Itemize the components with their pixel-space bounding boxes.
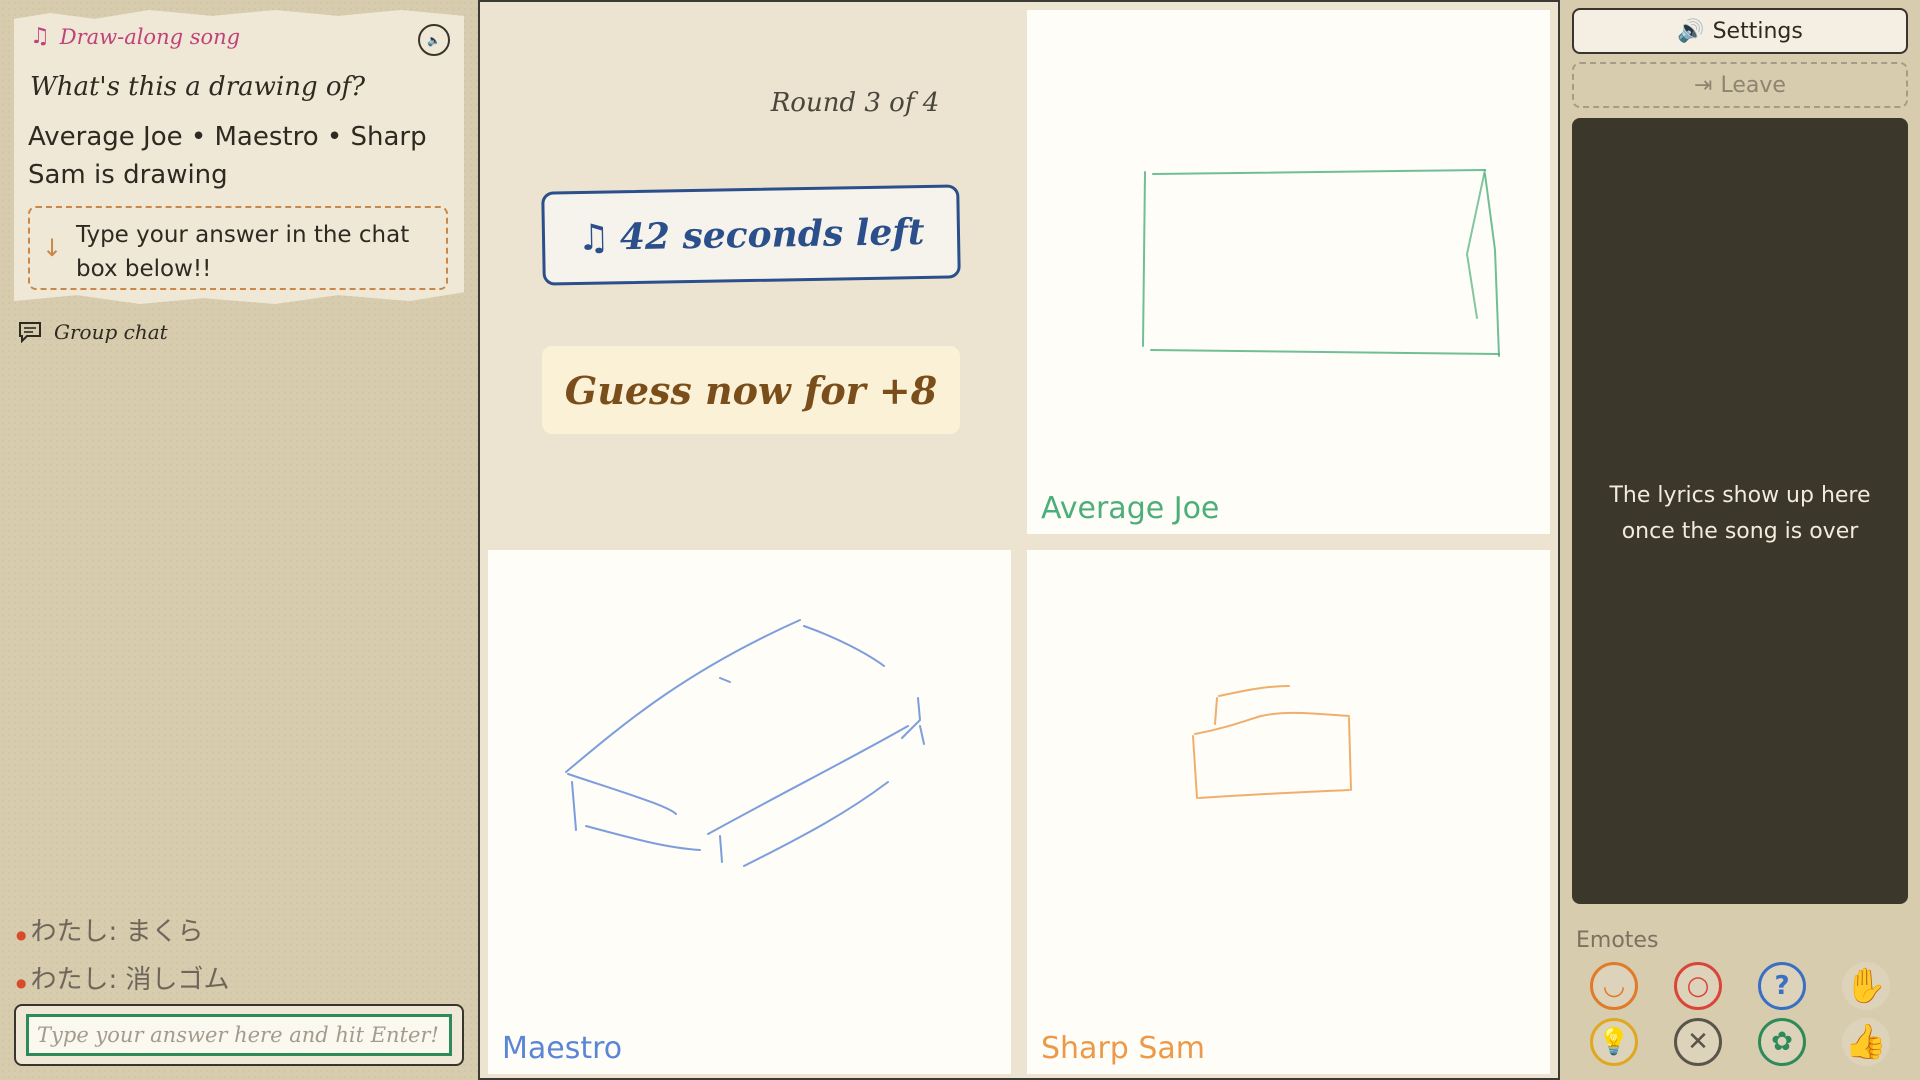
group-chat-header: Group chat (18, 320, 168, 344)
thumbs-up-icon[interactable]: 👍 (1842, 1018, 1890, 1066)
drawers-text: Average Joe • Maestro • Sharp Sam is dra… (28, 122, 427, 190)
laughing-face-icon[interactable]: ◡ (1590, 962, 1638, 1010)
chat-message: ● わたし: まくら (16, 905, 466, 953)
fire-icon: ● (16, 976, 27, 990)
right-panel: 🔊 Settings ⇥ Leave The lyrics show up he… (1560, 0, 1920, 1080)
settings-label: Settings (1712, 18, 1803, 44)
arrow-down-icon: ↓ (42, 234, 63, 262)
chat-message: ● わたし: 消しゴム (16, 953, 466, 1001)
leave-label: Leave (1720, 72, 1786, 98)
flower-icon[interactable]: ✿ (1758, 1018, 1806, 1066)
shocked-face-icon[interactable]: ○ (1674, 962, 1722, 1010)
drawing-maestro (565, 619, 925, 867)
lyrics-placeholder: The lyrics show up here once the song is… (1609, 483, 1871, 544)
guess-bonus-banner: Guess now for +8 (542, 346, 960, 434)
prompt-question: What's this a drawing of? (30, 72, 366, 102)
answer-hint-text: Type your answer in the chat box below!! (76, 222, 410, 282)
drawing-canvas-sharp-sam[interactable]: Sharp Sam (1027, 550, 1550, 1074)
chat-messages: ● わたし: まくら ● わたし: 消しゴム (16, 905, 466, 1001)
light-bulb-icon[interactable]: 💡 (1590, 1018, 1638, 1066)
timer-text: 42 seconds left (619, 210, 925, 259)
drawing-sharp-sam (1192, 685, 1352, 799)
speaker-icon: 🔈 (427, 33, 441, 47)
question-mark-icon[interactable]: ? (1758, 962, 1806, 1010)
emotes-label: Emotes (1576, 928, 1659, 953)
drawing-average-joe (1142, 169, 1500, 357)
song-header: ♫ Draw-along song (30, 24, 240, 49)
song-title: Draw-along song (59, 24, 241, 49)
player-name-average-joe: Average Joe (1041, 491, 1220, 526)
dizzy-face-icon[interactable]: ✕ (1674, 1018, 1722, 1066)
settings-button[interactable]: 🔊 Settings (1572, 8, 1908, 54)
chat-input[interactable] (26, 1014, 452, 1056)
round-indicator: Round 3 of 4 (770, 88, 940, 118)
lyrics-panel: The lyrics show up here once the song is… (1572, 118, 1908, 904)
drawing-canvas-average-joe[interactable]: Average Joe (1027, 10, 1550, 534)
sound-toggle-button[interactable]: 🔈 (418, 24, 450, 56)
music-note-icon: ♫ (30, 24, 50, 49)
drawing-canvas-maestro[interactable]: Maestro (488, 550, 1011, 1074)
player-name-sharp-sam: Sharp Sam (1041, 1031, 1206, 1066)
raised-hand-icon[interactable]: ✋ (1842, 962, 1890, 1010)
speaker-icon: 🔊 (1677, 18, 1705, 44)
leave-button[interactable]: ⇥ Leave (1572, 62, 1908, 108)
chat-bubble-icon (19, 322, 41, 343)
player-name-maestro: Maestro (502, 1031, 623, 1066)
chat-message-text: わたし: 消しゴム (30, 964, 230, 995)
left-panel: ♫ Draw-along song 🔈 What's this a drawin… (0, 0, 480, 1080)
fire-icon: ● (16, 928, 27, 942)
exit-icon: ⇥ (1694, 72, 1713, 98)
group-chat-label: Group chat (54, 320, 168, 344)
music-note-icon: ♫ (577, 216, 611, 260)
prompt-card: ♫ Draw-along song 🔈 What's this a drawin… (14, 10, 464, 304)
answer-hint-box: ↓ Type your answer in the chat box below… (28, 206, 448, 290)
chat-input-container (14, 1004, 464, 1066)
timer-badge: ♫ 42 seconds left (541, 184, 961, 286)
game-board: Round 3 of 4 ♫ 42 seconds left Guess now… (480, 0, 1558, 1080)
chat-message-text: わたし: まくら (30, 916, 204, 947)
